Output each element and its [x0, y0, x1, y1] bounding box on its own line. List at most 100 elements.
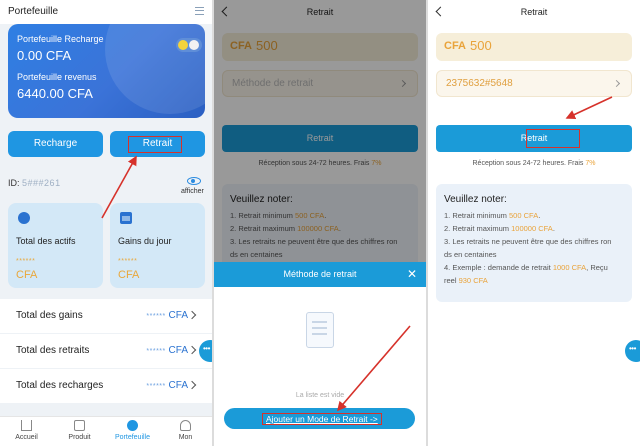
recharge-button[interactable]: Recharge	[8, 131, 103, 157]
tab-label: Accueil	[15, 434, 38, 441]
header: Portefeuille	[0, 0, 212, 24]
tab-mon[interactable]: Mon	[159, 420, 212, 441]
currency-prefix: CFA	[444, 40, 466, 52]
withdraw-method-screen: Retrait CFA 500 Méthode de retrait Retra…	[214, 0, 426, 446]
recharge-wallet-value: 0.00 CFA	[17, 48, 72, 63]
notice-text: 3. Les retraits ne peuvent être que des …	[444, 237, 612, 246]
currency-label: CFA	[168, 345, 188, 356]
user-icon	[180, 420, 191, 431]
add-method-label: Ajouter un Mode de Retrait ->	[262, 413, 382, 425]
notice-title: Veuillez noter:	[444, 194, 507, 205]
wallet-icon	[127, 420, 138, 431]
notice-line: reel 930 CFA	[444, 275, 630, 287]
row-label: Total des recharges	[16, 380, 104, 391]
hidden-amount: ******	[146, 313, 166, 320]
revenus-wallet-value: 6440.00 CFA	[17, 86, 93, 101]
id-value: 5###261	[22, 178, 61, 188]
currency-label: CFA	[168, 310, 188, 321]
notice-line: ds en centaines	[444, 249, 630, 261]
tab-accueil[interactable]: Accueil	[0, 420, 53, 441]
page-title: Retrait	[520, 7, 548, 17]
row-label: Total des gains	[16, 310, 83, 321]
page-title: Portefeuille	[8, 6, 59, 17]
reception-info: Réception sous 24-72 heures. Frais 7%	[428, 160, 640, 167]
chevron-right-icon	[187, 345, 197, 355]
notice-text: .	[538, 211, 541, 220]
afficher-label[interactable]: afficher	[181, 188, 204, 195]
user-id: ID: 5###261	[8, 178, 61, 188]
currency-label: CFA	[16, 269, 38, 281]
id-label: ID:	[8, 178, 20, 188]
close-icon[interactable]: ✕	[407, 267, 417, 281]
row-total-gains[interactable]: Total des gains ****** CFA	[0, 299, 212, 333]
assets-icon	[18, 212, 30, 224]
tab-produit[interactable]: Produit	[53, 420, 106, 441]
notice-text: .	[552, 224, 555, 233]
bottom-tab-bar: Accueil Produit Portefeuille Mon	[0, 416, 212, 446]
card-title: Gains du jour	[118, 236, 172, 246]
notice-line: 1. Retrait minimum 500 CFA.	[444, 210, 630, 222]
method-bottom-sheet: Méthode de retrait ✕ La liste est vide A…	[214, 262, 426, 446]
currency-label: CFA	[118, 269, 140, 281]
menu-icon[interactable]	[195, 7, 204, 15]
hidden-amount: ******	[146, 348, 166, 355]
method-value: 2375632#5648	[446, 78, 513, 89]
notice-text: , Reçu	[586, 263, 608, 272]
notice-text: ds en centaines	[444, 250, 497, 259]
eye-icon[interactable]	[187, 177, 201, 185]
hidden-amount: ******	[118, 258, 138, 265]
empty-list-icon	[306, 312, 334, 348]
row-value: ****** CFA	[146, 380, 188, 391]
chevron-right-icon	[612, 79, 621, 88]
notice-highlight: 100000 CFA	[511, 224, 553, 233]
chevron-right-icon	[187, 380, 197, 390]
sheet-title: Méthode de retrait	[283, 269, 357, 279]
card-title: Total des actifs	[16, 236, 76, 246]
revenus-wallet-label: Portefeuille revenus	[17, 72, 97, 82]
card-total-assets[interactable]: Total des actifs ****** CFA	[8, 203, 103, 288]
notice-highlight: 1000 CFA	[552, 263, 587, 272]
wallet-card: Portefeuille Recharge 0.00 CFA Portefeui…	[8, 24, 205, 118]
wallet-screen: Portefeuille Portefeuille Recharge 0.00 …	[0, 0, 212, 446]
currency-label: CFA	[168, 380, 188, 391]
frais-label: Frais	[567, 160, 584, 167]
card-daily-gains[interactable]: Gains du jour ****** CFA	[110, 203, 205, 288]
retrait-highlight-box	[526, 129, 580, 148]
home-icon	[21, 420, 32, 431]
notice-line: 3. Les retraits ne peuvent être que des …	[444, 236, 630, 248]
hidden-amount: ******	[146, 383, 166, 390]
frais-percent: 7%	[585, 160, 596, 167]
sheet-header: Méthode de retrait ✕	[214, 262, 426, 287]
row-value: ****** CFA	[146, 345, 188, 356]
amount-input[interactable]: CFA 500	[436, 33, 632, 61]
notice-box: Veuillez noter: 1. Retrait minimum 500 C…	[436, 184, 632, 302]
notice-line: 4. Exemple : demande de retrait 1000 CFA…	[444, 262, 630, 274]
chat-support-icon[interactable]	[625, 340, 640, 362]
chevron-right-icon	[187, 310, 197, 320]
notice-text: reel	[444, 276, 459, 285]
row-total-recharges[interactable]: Total des recharges ****** CFA	[0, 369, 212, 403]
row-value: ****** CFA	[146, 310, 188, 321]
notice-text: 2. Retrait maximum	[444, 224, 512, 233]
tab-label: Produit	[68, 434, 91, 441]
tab-label: Portefeuille	[114, 434, 151, 441]
notice-highlight: 930 CFA	[458, 276, 488, 285]
box-icon	[74, 420, 85, 431]
notice-highlight: 500 CFA	[509, 211, 539, 220]
method-select[interactable]: 2375632#5648	[436, 70, 632, 97]
add-method-button[interactable]: Ajouter un Mode de Retrait ->	[224, 408, 415, 429]
visibility-toggle[interactable]	[176, 38, 202, 52]
tab-label: Mon	[178, 434, 193, 441]
reception-text: Réception sous 24-72 heures.	[472, 160, 566, 167]
hidden-amount: ******	[16, 258, 36, 265]
calendar-icon	[120, 212, 132, 224]
tab-portefeuille[interactable]: Portefeuille	[106, 420, 159, 441]
nav-bar: Retrait	[428, 0, 640, 26]
amount-value: 500	[470, 38, 492, 53]
recharge-wallet-label: Portefeuille Recharge	[17, 34, 104, 44]
empty-list-text: La liste est vide	[295, 392, 345, 399]
row-total-withdrawals[interactable]: Total des retraits ****** CFA	[0, 334, 212, 368]
row-label: Total des retraits	[16, 345, 90, 356]
withdraw-filled-screen: Retrait CFA 500 2375632#5648 Retrait Réc…	[428, 0, 640, 446]
notice-text: 1. Retrait minimum	[444, 211, 510, 220]
